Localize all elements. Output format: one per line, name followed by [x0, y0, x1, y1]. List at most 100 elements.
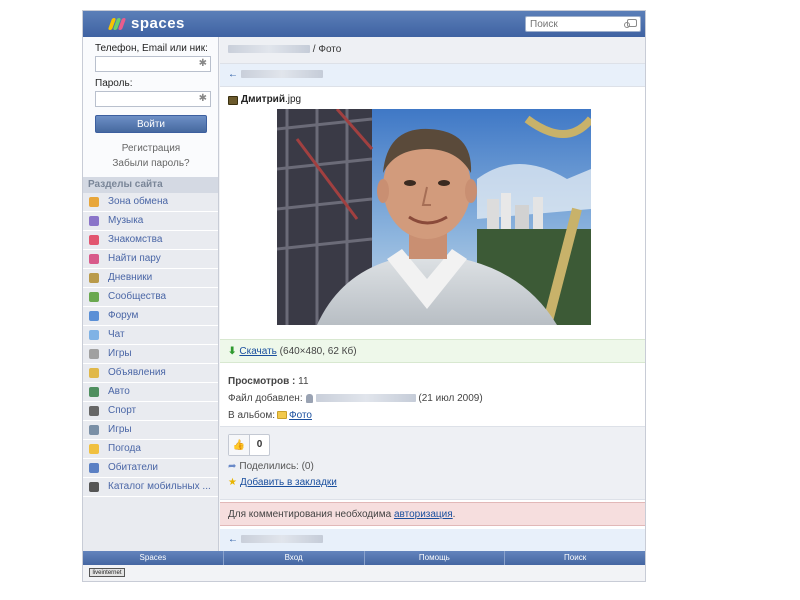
added-date: (21 июл 2009)	[418, 393, 483, 404]
password-field[interactable]	[96, 92, 202, 106]
sidebar-item[interactable]: Чат	[83, 326, 218, 345]
pencil-icon	[89, 273, 99, 283]
search-icon[interactable]	[624, 19, 637, 28]
views-count: 11	[298, 376, 309, 387]
blurred-back-link[interactable]	[240, 535, 323, 544]
sidebar-nav: Зона обмена Музыка Знакомства Найти пару Дне…	[83, 193, 218, 497]
sidebar-item-label: Спорт	[108, 405, 137, 416]
added-label: Файл добавлен:	[228, 393, 303, 404]
car-icon	[89, 387, 99, 397]
username-field-wrapper: ✱	[95, 56, 211, 72]
sidebar-item-label: Чат	[108, 329, 125, 340]
file-title: Дмитрий .jpg	[220, 87, 645, 107]
sidebar-section-title: Разделы сайта	[83, 177, 218, 193]
download-arrow-icon: ⬇	[228, 346, 237, 357]
sidebar-item[interactable]: Дневники	[83, 269, 218, 288]
game-icon	[89, 425, 99, 435]
sidebar-item-label: Каталог мобильных ...	[108, 481, 211, 492]
breadcrumb: / Фото	[220, 37, 645, 64]
sidebar: Телефон, Email или ник: ✱ Пароль: ✱ Войт…	[83, 37, 219, 551]
footer-item-search[interactable]: Поиск	[505, 551, 645, 565]
footer-nav: Spaces Вход Помощь Поиск	[83, 551, 645, 565]
sidebar-item[interactable]: Обитатели	[83, 459, 218, 478]
sidebar-item[interactable]: Каталог мобильных ...	[83, 478, 218, 497]
login-button[interactable]: Войти	[95, 115, 207, 133]
photo-preview[interactable]	[277, 109, 591, 325]
blurred-back-link[interactable]	[240, 70, 323, 79]
album-link[interactable]: Фото	[289, 410, 312, 421]
sidebar-item[interactable]: Объявления	[83, 364, 218, 383]
logo-icon	[107, 17, 127, 31]
album-label: В альбом:	[228, 410, 275, 421]
search-box	[525, 16, 641, 32]
sidebar-item[interactable]: Найти пару	[83, 250, 218, 269]
sidebar-item[interactable]: Музыка	[83, 212, 218, 231]
forum-icon	[89, 311, 99, 321]
cloud-sun-icon	[89, 444, 99, 454]
thumbs-up-icon[interactable]: 👍	[229, 435, 250, 455]
download-row: ⬇ Скачать (640×480, 62 Кб)	[220, 339, 645, 363]
like-widget[interactable]: 👍 0	[228, 434, 270, 456]
sidebar-item[interactable]: Зона обмена	[83, 193, 218, 212]
sidebar-item-label: Знакомства	[108, 234, 163, 245]
sidebar-item-label: Форум	[108, 310, 139, 321]
sidebar-item[interactable]: Авто	[83, 383, 218, 402]
sidebar-item[interactable]: Сообщества	[83, 288, 218, 307]
logo-text: spaces	[131, 15, 185, 32]
share-count: Поделились: (0)	[239, 461, 314, 472]
footer-item-spaces[interactable]: Spaces	[83, 551, 224, 565]
sidebar-item[interactable]: Погода	[83, 440, 218, 459]
user-icon	[305, 393, 313, 403]
blurred-username[interactable]	[228, 45, 310, 54]
sidebar-item[interactable]: Форум	[83, 307, 218, 326]
logo[interactable]: spaces	[107, 15, 185, 32]
back-link-row[interactable]: ←	[220, 64, 645, 87]
auth-text: Для комментирования необходима	[228, 509, 392, 520]
footer-item-help[interactable]: Помощь	[365, 551, 506, 565]
search-input[interactable]	[526, 17, 616, 31]
sidebar-item[interactable]: Знакомства	[83, 231, 218, 250]
download-link[interactable]: Скачать	[239, 346, 277, 357]
social-block: 👍 0 ➦ Поделились: (0) ★ Добавить в закладк…	[220, 426, 645, 500]
password-field-wrapper: ✱	[95, 91, 211, 107]
grid-icon	[89, 197, 99, 207]
sidebar-item-label: Объявления	[108, 367, 166, 378]
auth-suffix: .	[452, 509, 456, 520]
sidebar-item[interactable]: Игры	[83, 345, 218, 364]
auth-link[interactable]: авторизация	[394, 509, 453, 520]
sidebar-item-label: Обитатели	[108, 462, 159, 473]
sidebar-item-label: Найти пару	[108, 253, 161, 264]
breadcrumb-current: / Фото	[312, 44, 342, 55]
download-meta: (640×480, 62 Кб)	[279, 346, 357, 357]
sidebar-item[interactable]: Спорт	[83, 402, 218, 421]
blurred-uploader[interactable]	[315, 394, 416, 403]
back-link-row-bottom[interactable]: ←	[220, 529, 645, 551]
sidebar-item[interactable]: Игры	[83, 421, 218, 440]
footer-item-login[interactable]: Вход	[224, 551, 365, 565]
ball-icon	[89, 406, 99, 416]
sidebar-item-label: Музыка	[108, 215, 144, 226]
image-file-icon	[228, 95, 238, 105]
joystick-icon	[89, 349, 99, 359]
user-icon	[89, 463, 99, 473]
share-row: ➦ Поделились: (0)	[228, 461, 314, 472]
login-form: Телефон, Email или ник: ✱ Пароль: ✱ Войт…	[83, 37, 218, 177]
username-field[interactable]	[96, 57, 202, 71]
forgot-password-link[interactable]: Забыли пароль?	[95, 158, 207, 169]
liveinternet-counter[interactable]: liveinternet	[89, 568, 125, 577]
sidebar-item-label: Игры	[108, 424, 132, 435]
music-note-icon	[89, 216, 99, 226]
added-row: Файл добавлен: (21 июл 2009)	[228, 390, 483, 407]
add-bookmark-link[interactable]: Добавить в закладки	[240, 477, 337, 488]
register-link[interactable]: Регистрация	[95, 143, 207, 154]
people-icon	[89, 292, 99, 302]
photo-image	[277, 109, 591, 325]
album-row: В альбом: Фото	[228, 407, 483, 424]
sidebar-item-label: Авто	[108, 386, 130, 397]
username-label: Телефон, Email или ник:	[95, 43, 208, 54]
sidebar-item-label: Дневники	[108, 272, 153, 283]
views-row: Просмотров : 11	[228, 373, 483, 390]
sidebar-item-label: Сообщества	[108, 291, 167, 302]
back-arrow-icon: ←	[228, 69, 238, 80]
like-count: 0	[256, 439, 263, 450]
